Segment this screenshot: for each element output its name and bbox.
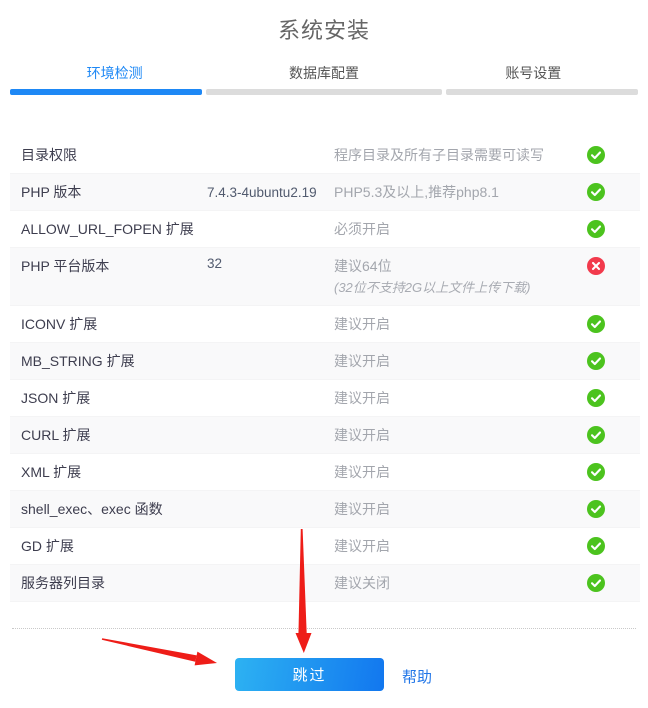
table-row: CURL 扩展 建议开启 (10, 417, 640, 454)
check-label: PHP 版本 (21, 182, 207, 202)
tab-database-config[interactable]: 数据库配置 (219, 60, 428, 86)
table-row: shell_exec、exec 函数 建议开启 (10, 491, 640, 528)
check-success-icon (587, 220, 605, 238)
arrow-annotation-diagonal (102, 638, 217, 665)
check-hint-note: (32位不支持2G以上文件上传下载) (334, 277, 579, 298)
check-hint: 建议开启 (334, 314, 579, 335)
footer-divider (12, 628, 636, 629)
check-label: CURL 扩展 (21, 425, 207, 445)
check-value: 32 (207, 256, 334, 271)
check-label: ALLOW_URL_FOPEN 扩展 (21, 219, 207, 239)
check-label: JSON 扩展 (21, 388, 207, 408)
check-hint: 建议64位(32位不支持2G以上文件上传下载) (334, 256, 579, 298)
check-hint: 建议开启 (334, 462, 579, 483)
table-row: 服务器列目录 建议关闭 (10, 565, 640, 602)
check-label: GD 扩展 (21, 536, 207, 556)
check-value: 7.4.3-4ubuntu2.19 (207, 185, 334, 200)
check-label: XML 扩展 (21, 462, 207, 482)
check-success-icon (587, 183, 605, 201)
table-row: XML 扩展 建议开启 (10, 454, 640, 491)
check-hint: 建议关闭 (334, 573, 579, 594)
check-success-icon (587, 352, 605, 370)
check-table: 目录权限 程序目录及所有子目录需要可读写 PHP 版本7.4.3-4ubuntu2.… (10, 137, 640, 602)
check-hint: PHP5.3及以上,推荐php8.1 (334, 182, 579, 203)
check-success-icon (587, 463, 605, 481)
check-success-icon (587, 574, 605, 592)
check-hint: 建议开启 (334, 499, 579, 520)
table-row: PHP 平台版本32建议64位(32位不支持2G以上文件上传下载) (10, 248, 640, 306)
check-hint: 必须开启 (334, 219, 579, 240)
check-label: 目录权限 (21, 145, 207, 165)
check-success-icon (587, 537, 605, 555)
check-success-icon (587, 426, 605, 444)
table-row: ALLOW_URL_FOPEN 扩展 必须开启 (10, 211, 640, 248)
step-tabs: 环境检测 数据库配置 账号设置 (10, 60, 638, 86)
check-success-icon (587, 315, 605, 333)
check-success-icon (587, 389, 605, 407)
tab-account-settings[interactable]: 账号设置 (429, 60, 638, 86)
tab-environment-check[interactable]: 环境检测 (10, 60, 219, 86)
check-success-icon (587, 500, 605, 518)
table-row: JSON 扩展 建议开启 (10, 380, 640, 417)
step-progress-bar (10, 89, 638, 95)
table-row: 目录权限 程序目录及所有子目录需要可读写 (10, 137, 640, 174)
check-hint: 建议开启 (334, 388, 579, 409)
check-label: ICONV 扩展 (21, 314, 207, 334)
progress-segment (206, 89, 442, 95)
check-hint: 建议开启 (334, 351, 579, 372)
check-success-icon (587, 146, 605, 164)
progress-segment (446, 89, 638, 95)
page-title: 系统安装 (0, 13, 648, 45)
check-label: MB_STRING 扩展 (21, 351, 207, 371)
skip-button[interactable]: 跳过 (235, 658, 384, 691)
install-page: 系统安装 环境检测 数据库配置 账号设置 目录权限 程序目录及所有子目录需要可读写… (0, 0, 648, 708)
check-fail-icon (587, 257, 605, 275)
check-hint: 程序目录及所有子目录需要可读写 (334, 145, 579, 166)
check-label: 服务器列目录 (21, 573, 207, 593)
table-row: MB_STRING 扩展 建议开启 (10, 343, 640, 380)
progress-segment-active (10, 89, 202, 95)
table-row: PHP 版本7.4.3-4ubuntu2.19PHP5.3及以上,推荐php8.… (10, 174, 640, 211)
check-label: PHP 平台版本 (21, 256, 207, 276)
check-hint: 建议开启 (334, 425, 579, 446)
check-hint: 建议开启 (334, 536, 579, 557)
help-link[interactable]: 帮助 (402, 666, 432, 687)
check-label: shell_exec、exec 函数 (21, 499, 207, 519)
table-row: GD 扩展 建议开启 (10, 528, 640, 565)
table-row: ICONV 扩展 建议开启 (10, 306, 640, 343)
